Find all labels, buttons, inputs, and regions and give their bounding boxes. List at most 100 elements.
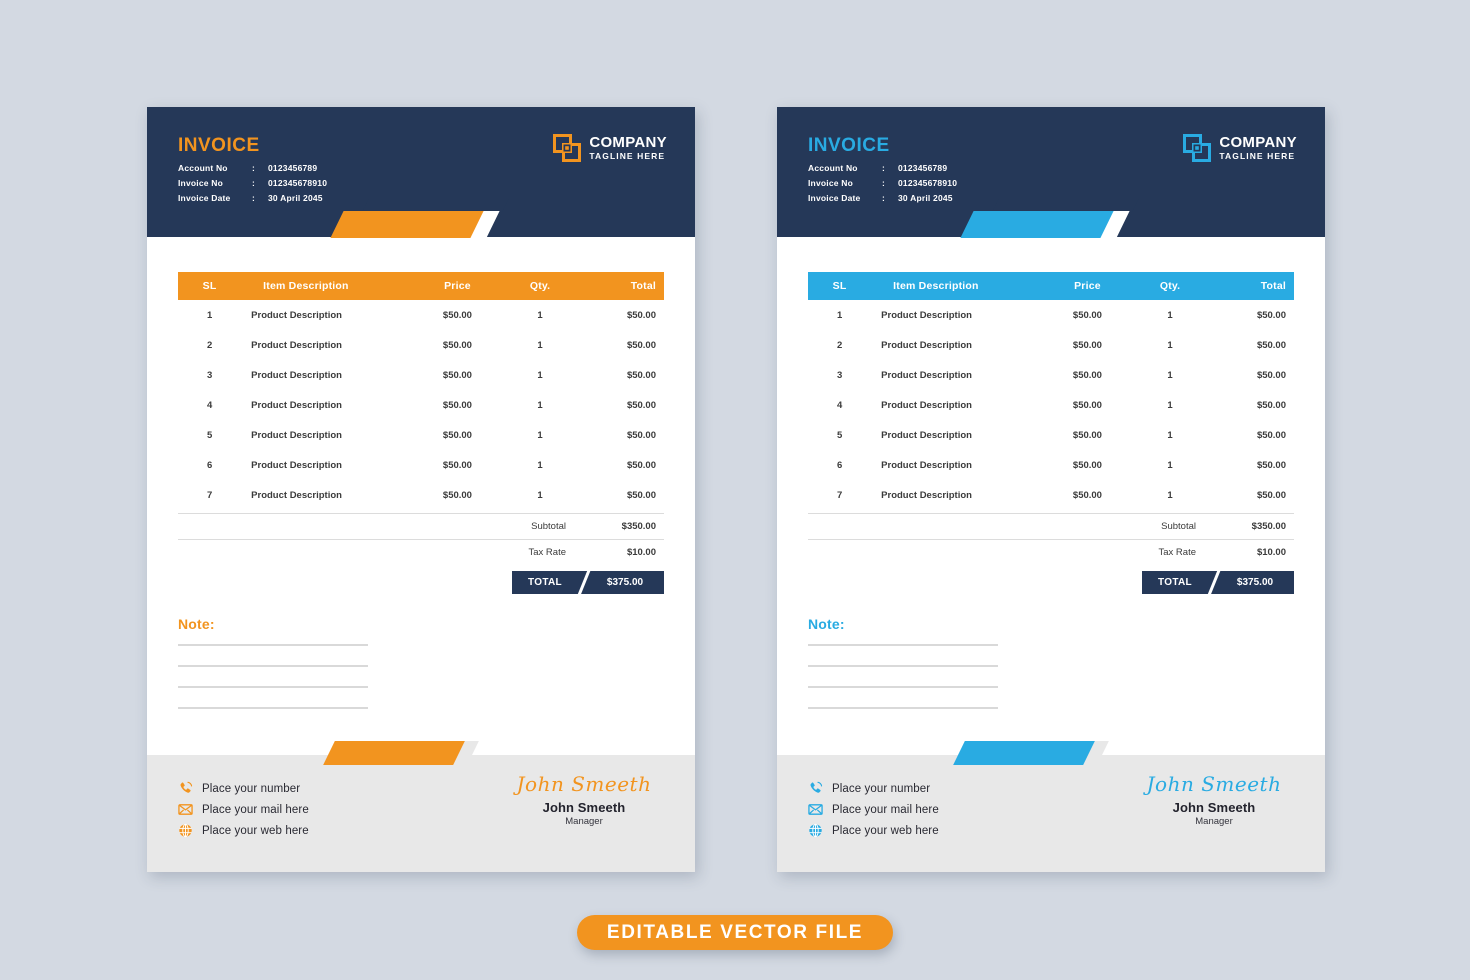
note-title: Note: — [178, 616, 215, 632]
cell-sl: 4 — [178, 390, 242, 420]
cell-description: Product Description — [871, 330, 1042, 360]
column-header-sl: SL — [808, 272, 872, 300]
note-section: Note: — [178, 616, 664, 709]
meta-row-invoice-no: Invoice No : 012345678910 — [178, 175, 327, 190]
total-bar: TOTAL $375.00 — [512, 571, 664, 594]
table-row: 2 Product Description $50.00 1 $50.00 — [808, 330, 1294, 360]
subtotal-label: Subtotal — [531, 521, 566, 532]
meta-separator: : — [252, 177, 256, 188]
cell-price: $50.00 — [1041, 360, 1134, 390]
signature-script: John Smeeth — [1146, 772, 1282, 796]
cell-price: $50.00 — [411, 300, 504, 330]
meta-value-invoice-date: 30 April 2045 — [268, 192, 323, 203]
note-line[interactable] — [178, 665, 368, 667]
table-row: 2 Product Description $50.00 1 $50.00 — [178, 330, 664, 360]
cell-description: Product Description — [241, 420, 412, 450]
contact-row-phone[interactable]: Place your number — [808, 781, 939, 796]
note-line[interactable] — [178, 686, 368, 688]
table-header-row: SL Item Description Price Qty. Total — [808, 272, 1294, 300]
column-header-total: Total — [576, 272, 664, 300]
note-line[interactable] — [808, 644, 998, 646]
summary-row-subtotal: Subtotal $350.00 — [808, 514, 1294, 540]
cell-sl: 7 — [178, 480, 242, 510]
envelope-icon — [178, 802, 193, 817]
cell-total: $50.00 — [1206, 360, 1294, 390]
cell-total: $50.00 — [1206, 390, 1294, 420]
invoice-body: SL Item Description Price Qty. Total 1 P… — [777, 272, 1325, 709]
contact-row-mail[interactable]: Place your mail here — [178, 802, 309, 817]
cell-description: Product Description — [871, 420, 1042, 450]
invoice-meta-table: Account No : 0123456789 Invoice No : 012… — [178, 160, 327, 205]
cell-sl: 2 — [178, 330, 242, 360]
cell-description: Product Description — [871, 480, 1042, 510]
contact-row-mail[interactable]: Place your mail here — [808, 802, 939, 817]
cell-total: $50.00 — [576, 300, 664, 330]
total-label: TOTAL — [1158, 577, 1192, 588]
meta-label-invoice-date: Invoice Date — [808, 192, 861, 203]
company-tagline: TAGLINE HERE — [589, 150, 666, 161]
cell-sl: 5 — [178, 420, 242, 450]
contact-row-web[interactable]: Place your web here — [808, 823, 939, 838]
cell-sl: 5 — [808, 420, 872, 450]
note-lines[interactable] — [178, 644, 368, 709]
meta-separator: : — [252, 192, 256, 203]
note-line[interactable] — [178, 644, 368, 646]
contact-row-phone[interactable]: Place your number — [178, 781, 309, 796]
table-row: 6 Product Description $50.00 1 $50.00 — [178, 450, 664, 480]
cell-total: $50.00 — [1206, 480, 1294, 510]
invoice-header: INVOICE Account No : 0123456789 Invoice … — [147, 107, 695, 238]
line-items-header: SL Item Description Price Qty. Total — [178, 272, 664, 300]
note-line[interactable] — [178, 707, 368, 709]
contact-row-web[interactable]: Place your web here — [178, 823, 309, 838]
invoice-summary: Subtotal $350.00 Tax Rate $10.00 TOTAL $… — [178, 513, 664, 594]
signature-role: Manager — [1195, 816, 1233, 827]
cell-sl: 7 — [808, 480, 872, 510]
meta-value-account: 0123456789 — [898, 162, 948, 173]
meta-label-account: Account No — [178, 162, 228, 173]
company-logo: COMPANY TAGLINE HERE — [1183, 134, 1297, 162]
cell-qty: 1 — [1133, 390, 1207, 420]
summary-row-subtotal: Subtotal $350.00 — [178, 514, 664, 540]
cell-qty: 1 — [503, 360, 577, 390]
globe-icon-svg — [179, 823, 192, 838]
cell-description: Product Description — [871, 360, 1042, 390]
table-row: 5 Product Description $50.00 1 $50.00 — [808, 420, 1294, 450]
column-header-qty: Qty. — [503, 272, 577, 300]
cell-sl: 2 — [808, 330, 872, 360]
ribbon-shape-navy — [985, 199, 1139, 226]
note-line[interactable] — [808, 686, 998, 688]
line-items-table: SL Item Description Price Qty. Total 1 P… — [808, 272, 1294, 510]
cell-qty: 1 — [1133, 330, 1207, 360]
invoice-footer: Place your number Place your mail here P… — [147, 731, 695, 872]
cell-sl: 6 — [808, 450, 872, 480]
phone-icon — [808, 781, 823, 796]
meta-row-account: Account No : 0123456789 — [178, 160, 327, 175]
table-row: 4 Product Description $50.00 1 $50.00 — [808, 390, 1294, 420]
meta-value-account: 0123456789 — [268, 162, 318, 173]
subtotal-label: Subtotal — [1161, 521, 1196, 532]
contact-list: Place your number Place your mail here P… — [178, 781, 309, 844]
company-logo-text: COMPANY TAGLINE HERE — [1219, 135, 1297, 161]
cell-qty: 1 — [503, 330, 577, 360]
table-row: 4 Product Description $50.00 1 $50.00 — [178, 390, 664, 420]
cell-description: Product Description — [871, 390, 1042, 420]
cell-total: $50.00 — [576, 420, 664, 450]
column-header-sl: SL — [178, 272, 242, 300]
contact-list: Place your number Place your mail here P… — [808, 781, 939, 844]
cell-qty: 1 — [1133, 450, 1207, 480]
summary-row-tax: Tax Rate $10.00 — [808, 540, 1294, 565]
meta-label-invoice-no: Invoice No — [808, 177, 853, 188]
cell-price: $50.00 — [411, 330, 504, 360]
meta-row-invoice-date: Invoice Date : 30 April 2045 — [808, 190, 957, 205]
cell-qty: 1 — [503, 450, 577, 480]
cell-price: $50.00 — [1041, 330, 1134, 360]
phone-icon — [178, 781, 193, 796]
note-line[interactable] — [808, 665, 998, 667]
footer-ribbon-shape-white — [346, 731, 488, 755]
table-row: 7 Product Description $50.00 1 $50.00 — [808, 480, 1294, 510]
note-line[interactable] — [808, 707, 998, 709]
note-lines[interactable] — [808, 644, 998, 709]
cell-total: $50.00 — [576, 330, 664, 360]
meta-separator: : — [882, 192, 886, 203]
company-logo: COMPANY TAGLINE HERE — [553, 134, 667, 162]
